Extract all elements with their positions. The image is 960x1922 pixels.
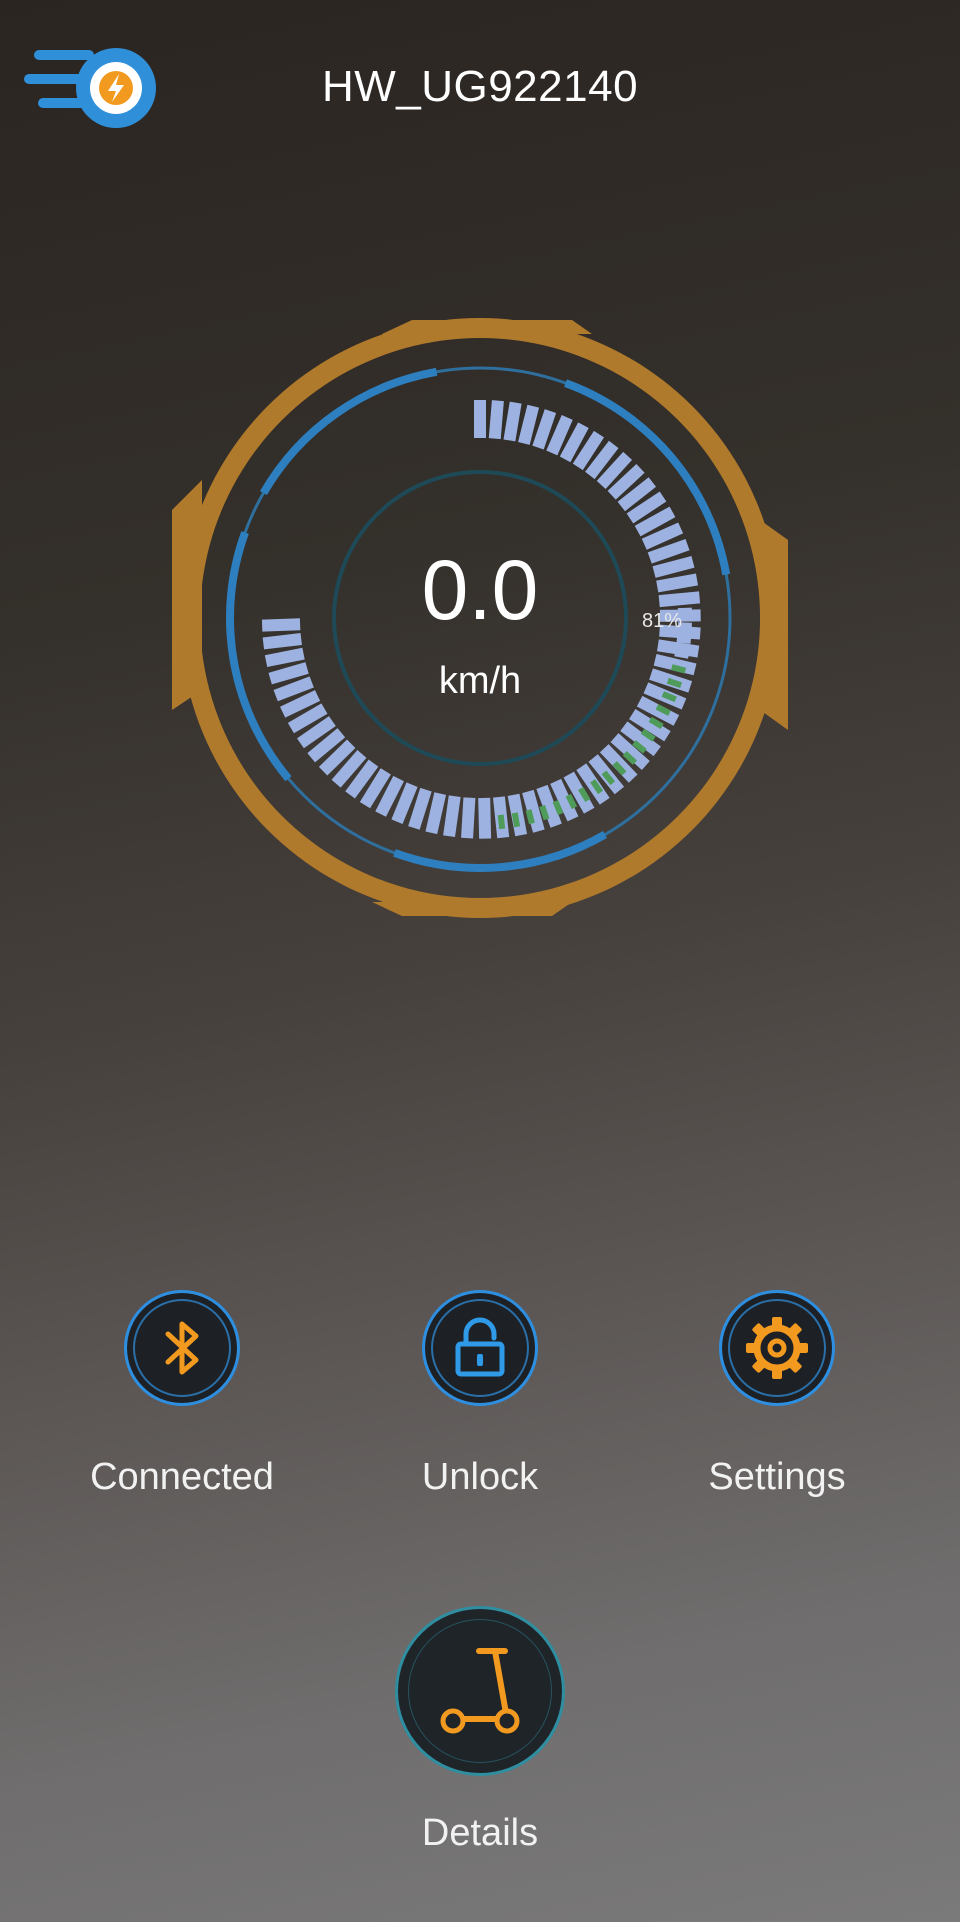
device-title: HW_UG922140 (321, 62, 639, 111)
speed-segment (443, 795, 461, 838)
speed-segment (518, 404, 540, 445)
speed-segment (656, 639, 700, 658)
outer-ring-notch-bottom (372, 902, 572, 916)
outer-ring-notch-top (382, 320, 592, 334)
bluetooth-icon (165, 1321, 199, 1375)
details-button[interactable]: Details (380, 1606, 580, 1855)
blue-accent-arc (393, 831, 607, 872)
connected-label: Connected (90, 1456, 274, 1498)
unlock-button-circle[interactable] (422, 1290, 538, 1406)
settings-button-circle[interactable] (719, 1290, 835, 1406)
speed-segment (532, 409, 557, 450)
battery-segment (525, 809, 535, 825)
battery-segment (539, 805, 550, 821)
battery-segment (676, 636, 692, 644)
speed-segment (503, 401, 522, 442)
bluetooth-button-circle[interactable] (124, 1290, 240, 1406)
settings-label: Settings (708, 1456, 846, 1498)
speed-segment (408, 787, 432, 830)
unlock-label: Unlock (421, 1456, 539, 1498)
settings-button[interactable]: Settings (657, 1290, 897, 1520)
battery-segment (674, 650, 690, 659)
battery-segment (497, 814, 506, 830)
details-label: Details (421, 1812, 539, 1854)
unlock-button[interactable]: Unlock (360, 1290, 600, 1520)
speed-segment (478, 797, 492, 839)
battery-percentage: 81% (642, 610, 683, 632)
speed-value: 0.0 (421, 543, 539, 637)
speed-unit: km/h (438, 660, 522, 702)
header: HW_UG922140 (0, 0, 960, 175)
gear-icon (746, 1317, 808, 1379)
speed-segment (425, 792, 447, 835)
scooter-icon (440, 1648, 520, 1734)
battery-segment (511, 812, 521, 828)
speed-gauge: 0.0 km/h 81% (172, 310, 788, 926)
details-button-circle[interactable] (395, 1606, 565, 1776)
connected-button[interactable]: Connected (62, 1290, 302, 1520)
speed-segment (461, 797, 476, 839)
unlock-icon (455, 1317, 505, 1377)
speed-segment (488, 400, 504, 440)
speed-segment (262, 633, 302, 650)
